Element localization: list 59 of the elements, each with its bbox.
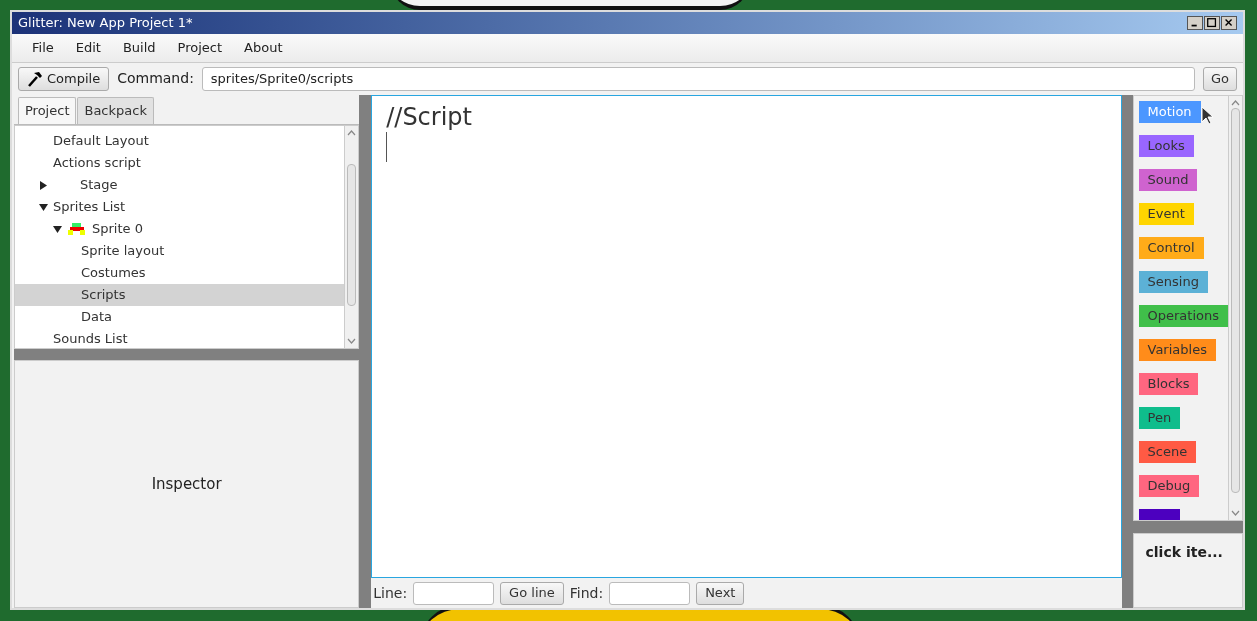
minimize-icon[interactable] xyxy=(1187,16,1203,30)
help-text: click ite... xyxy=(1145,544,1223,560)
window-title: Glitter: New App Project 1* xyxy=(18,14,193,33)
category-button[interactable]: Blocks xyxy=(1138,373,1199,395)
category-button[interactable]: Looks xyxy=(1138,135,1194,157)
tab[interactable]: Project xyxy=(18,97,77,124)
category-button[interactable]: Event xyxy=(1138,203,1194,225)
maximize-icon[interactable] xyxy=(1204,16,1220,30)
scrollbar[interactable] xyxy=(1228,96,1242,520)
scroll-down-icon[interactable] xyxy=(1231,510,1240,516)
menu-item[interactable]: Edit xyxy=(65,38,111,58)
tree-item[interactable]: Sprite 0 xyxy=(15,218,345,240)
tree-item[interactable]: Costumes xyxy=(15,262,345,284)
menu-item[interactable]: Project xyxy=(167,38,233,58)
next-button[interactable]: Next xyxy=(696,581,745,605)
command-field[interactable]: sprites/Sprite0/scripts xyxy=(201,66,1195,91)
compile-button[interactable]: Compile xyxy=(18,66,110,91)
category-button[interactable]: Variables xyxy=(1138,339,1216,361)
category-button[interactable]: Sound xyxy=(1138,169,1198,191)
category-button[interactable]: Control xyxy=(1138,237,1204,259)
scroll-down-icon[interactable] xyxy=(347,338,357,344)
go-button[interactable]: Go xyxy=(1202,66,1237,91)
scrollbar[interactable] xyxy=(344,126,359,348)
category-button[interactable]: Sensing xyxy=(1138,271,1208,293)
line-field[interactable] xyxy=(413,581,495,605)
inspector-title: Inspector xyxy=(151,473,222,495)
menu-item[interactable]: About xyxy=(234,38,293,58)
hammer-icon xyxy=(27,70,43,87)
tree-item[interactable]: Actions script xyxy=(15,152,345,174)
menu-item[interactable]: File xyxy=(22,38,64,58)
tab[interactable]: Backpack xyxy=(77,97,154,124)
category-button[interactable]: Debug xyxy=(1138,475,1200,497)
category-button[interactable]: Scene xyxy=(1138,441,1197,463)
tree-item[interactable]: Default Layout xyxy=(15,130,345,152)
collapsed-triangle-icon[interactable] xyxy=(39,180,48,190)
text-caret xyxy=(386,132,388,162)
go-line-button[interactable]: Go line xyxy=(500,581,564,605)
menu-item[interactable]: Build xyxy=(112,38,166,58)
close-icon[interactable] xyxy=(1221,16,1237,30)
find-label: Find: xyxy=(569,583,604,603)
tree-item[interactable]: Scripts xyxy=(15,284,345,306)
sprite-icon xyxy=(67,223,87,235)
scroll-up-icon[interactable] xyxy=(1231,100,1240,106)
expanded-triangle-icon[interactable] xyxy=(53,224,62,234)
command-label: Command: xyxy=(117,69,194,88)
tree-item[interactable]: Sprite layout xyxy=(15,240,345,262)
category-button[interactable]: Operations xyxy=(1138,305,1228,327)
line-label: Line: xyxy=(373,583,408,603)
expanded-triangle-icon[interactable] xyxy=(39,202,48,212)
tree-item[interactable]: Stage xyxy=(15,174,345,196)
scroll-up-icon[interactable] xyxy=(347,130,357,136)
category-button[interactable]: Pen xyxy=(1138,407,1181,429)
script-text: //Script xyxy=(386,102,473,132)
tree-item[interactable]: Data xyxy=(15,306,345,328)
find-field[interactable] xyxy=(609,581,691,605)
tree-item[interactable]: Sounds List xyxy=(15,328,345,348)
script-editor[interactable]: //Script xyxy=(371,95,1122,578)
mouse-pointer-icon xyxy=(1200,106,1214,125)
tree-item[interactable]: Sprites List xyxy=(15,196,345,218)
